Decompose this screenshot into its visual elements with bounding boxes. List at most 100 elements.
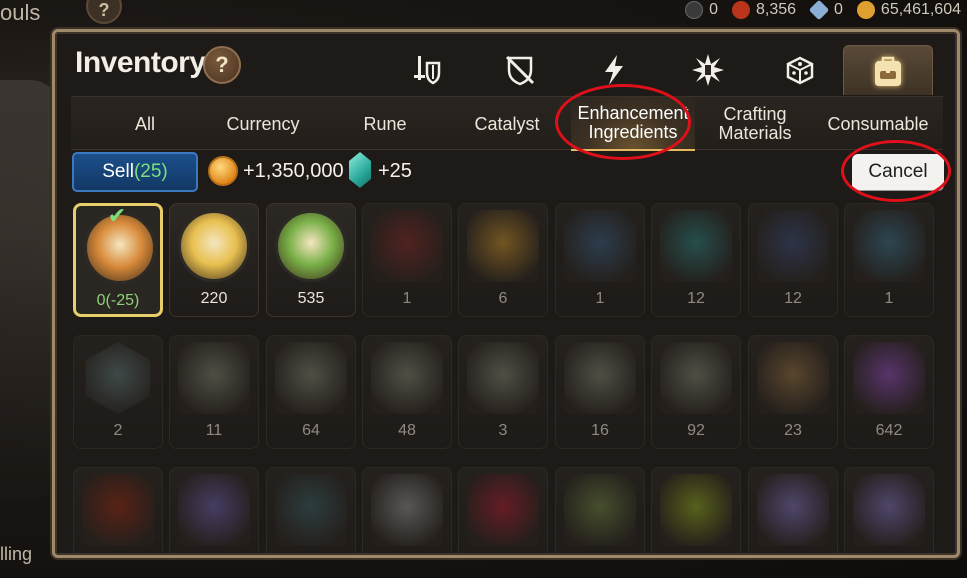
phantasma-yellow-icon xyxy=(178,210,250,282)
accessory-icon xyxy=(505,55,535,86)
black-orb-icon xyxy=(685,1,704,19)
item-slot-rune-blue-tablet[interactable]: 1 xyxy=(555,203,645,317)
tab-equipment[interactable] xyxy=(381,45,471,95)
item-slot-rune-stone-teal[interactable]: 16 xyxy=(555,335,645,449)
item-count: 1 xyxy=(884,290,894,307)
tab-artifact[interactable] xyxy=(569,45,659,95)
rune-gem-hex-icon xyxy=(85,342,151,414)
item-slot-rune-stone-aqua[interactable]: 92 xyxy=(651,335,741,449)
item-slot-rune-stone-blue[interactable]: 48 xyxy=(362,335,452,449)
resource-value: 0 xyxy=(834,1,843,18)
dark-shard-icon xyxy=(275,474,347,546)
item-slot-phantasma-green[interactable]: 535 xyxy=(266,203,356,317)
item-slot-purple-orb[interactable] xyxy=(169,467,259,553)
cancel-button[interactable]: Cancel xyxy=(852,154,944,190)
item-slot-pet-food[interactable] xyxy=(748,467,838,553)
item-count: 6 xyxy=(498,290,508,307)
purple-crystal-icon xyxy=(853,342,925,414)
subtab-consumable[interactable]: Consumable xyxy=(819,97,937,151)
item-count: 642 xyxy=(875,422,903,439)
resource-blue-crystal: 0 xyxy=(808,0,843,21)
background-character xyxy=(0,80,60,500)
item-grid: ✔ 0(-25) 220 535 1 6 1 12 12 1 2 11 64 48 3 16 92 23 642 xyxy=(73,203,943,553)
sell-button[interactable]: Sell (25) xyxy=(72,152,198,192)
subtab-enhancement-ingredients[interactable]: Enhancement Ingredients xyxy=(571,97,695,151)
panel-title: Inventory xyxy=(75,46,206,79)
item-count: 48 xyxy=(398,422,416,439)
rune-stone-orange-icon xyxy=(757,342,829,414)
tab-shards[interactable] xyxy=(663,45,753,95)
sell-count: (25) xyxy=(133,161,168,182)
checkmark-icon: ✔ xyxy=(107,203,127,228)
rune-stone-teal-icon xyxy=(564,342,636,414)
white-feather-icon xyxy=(371,474,443,546)
tab-accessory[interactable] xyxy=(475,45,565,95)
green-ring-icon xyxy=(660,474,732,546)
help-button[interactable]: ? xyxy=(203,46,241,84)
item-slot-red-ore[interactable] xyxy=(73,467,163,553)
item-count: 12 xyxy=(784,290,802,307)
red-gear-icon xyxy=(731,1,750,19)
rune-stone-green-icon xyxy=(178,342,250,414)
backpack-icon xyxy=(875,56,901,86)
gold-coin-icon xyxy=(856,1,875,19)
item-count: 11 xyxy=(205,422,223,439)
tab-misc[interactable] xyxy=(755,45,845,95)
item-slot-phantasma-hero[interactable]: ✔ 0(-25) xyxy=(73,203,163,317)
shard-icon xyxy=(692,54,724,86)
tab-materials[interactable] xyxy=(843,45,933,95)
resource-red-gear: 8,356 xyxy=(731,1,797,19)
item-slot-phantasma-yellow[interactable]: 220 xyxy=(169,203,259,317)
subtab-crafting-materials[interactable]: Crafting Materials xyxy=(705,97,805,151)
subtab-bar: All Currency Rune Catalyst Enhancement I… xyxy=(71,96,943,151)
item-slot-red-crystal[interactable] xyxy=(458,467,548,553)
item-count: 12 xyxy=(687,290,705,307)
item-slot-rune-gold-tablet[interactable]: 6 xyxy=(458,203,548,317)
gold-coin-icon xyxy=(208,156,238,186)
resource-value: 8,356 xyxy=(755,1,797,18)
item-slot-gold-fish[interactable] xyxy=(555,467,645,553)
rune-stone-ring-icon xyxy=(275,342,347,414)
item-slot-white-feather[interactable] xyxy=(362,467,452,553)
subtab-catalyst[interactable]: Catalyst xyxy=(457,97,557,151)
item-count: 92 xyxy=(687,422,705,439)
item-slot-green-ring[interactable] xyxy=(651,467,741,553)
rune-teal-tablet-icon xyxy=(660,210,732,282)
purple-orb-icon xyxy=(178,474,250,546)
dice-icon xyxy=(786,56,814,85)
item-slot-rune-stone-cyan[interactable]: 3 xyxy=(458,335,548,449)
item-slot-rune-gem-hex[interactable]: 2 xyxy=(73,335,163,449)
item-slot-rune-stone-orange[interactable]: 23 xyxy=(748,335,838,449)
item-count: 220 xyxy=(200,290,228,307)
item-count: 0(-25) xyxy=(96,292,140,309)
item-count: 16 xyxy=(591,422,609,439)
red-ore-icon xyxy=(82,474,154,546)
item-slot-rune-red-tablet[interactable]: 1 xyxy=(362,203,452,317)
gold-fish-icon xyxy=(564,474,636,546)
item-slot-rune-cyan-tablet[interactable]: 1 xyxy=(844,203,934,317)
weapon-icon xyxy=(414,56,441,85)
item-slot-rune-teal-tablet[interactable]: 12 xyxy=(651,203,741,317)
sell-gem-gain: +25 xyxy=(378,160,412,182)
lightning-icon xyxy=(605,55,623,85)
item-slot-purple-crystal[interactable]: 642 xyxy=(844,335,934,449)
item-slot-rune-stone-ring[interactable]: 64 xyxy=(266,335,356,449)
item-slot-pet-food-2[interactable] xyxy=(844,467,934,553)
item-count: 23 xyxy=(784,422,802,439)
background-text-top: ouls xyxy=(0,0,41,25)
resource-gold: 65,461,604 xyxy=(856,1,961,19)
rune-red-tablet-icon xyxy=(371,210,443,282)
resource-black-orb: 0 xyxy=(685,1,718,19)
resource-bar: 0 8,356 0 65,461,604 xyxy=(685,0,967,21)
subtab-all[interactable]: All xyxy=(95,97,195,151)
item-count: 64 xyxy=(302,422,320,439)
subtab-currency[interactable]: Currency xyxy=(211,97,315,151)
background-text-bottom: lling xyxy=(0,544,33,564)
subtab-rune[interactable]: Rune xyxy=(335,97,435,151)
blue-crystal-icon xyxy=(808,0,830,21)
phantasma-green-icon xyxy=(275,210,347,282)
item-slot-dark-shard[interactable] xyxy=(266,467,356,553)
item-slot-rune-purple-tablet[interactable]: 12 xyxy=(748,203,838,317)
item-slot-rune-stone-green[interactable]: 11 xyxy=(169,335,259,449)
green-gem-icon xyxy=(349,152,371,188)
